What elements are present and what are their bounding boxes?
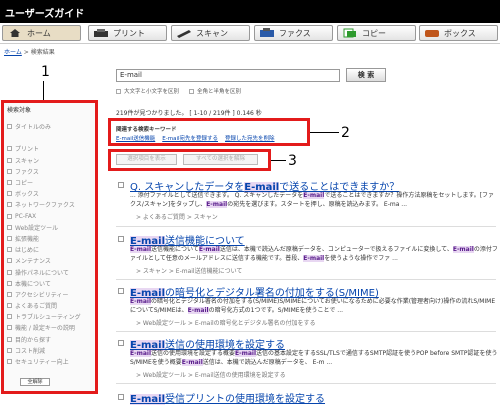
- divider: [116, 383, 496, 384]
- snippet-highlight: E-mail: [206, 201, 228, 208]
- snippet-text: ... 添付ファイルとして送信できます。 Q. スキャンしたデータを: [130, 192, 304, 199]
- callout-1: 1: [41, 64, 50, 80]
- breadcrumb-home-link[interactable]: ホーム: [4, 49, 22, 56]
- snippet-highlight: E-mail: [235, 350, 257, 357]
- nav-fax-label: ファクス: [279, 28, 311, 38]
- nav-scan-button[interactable]: スキャン: [171, 25, 250, 41]
- search-result: E-mail受信プリントの使用環境を設定する: [118, 390, 500, 408]
- checkbox[interactable]: [116, 88, 121, 94]
- search-options: 大文字と小文字を区別 全角と半角を区別: [116, 87, 241, 95]
- search-button[interactable]: 検 索: [346, 68, 386, 82]
- scanner-icon: [175, 28, 193, 38]
- breadcrumb-separator: >: [23, 49, 29, 56]
- search-input[interactable]: E-mail: [116, 69, 340, 82]
- nav-scan-label: スキャン: [196, 28, 228, 38]
- callout-1-frame: [1, 100, 98, 394]
- breadcrumb: ホーム > 検索結果: [4, 47, 55, 56]
- nav-fax-button[interactable]: ファクス: [254, 25, 333, 41]
- result-title-highlight: E-mail: [130, 394, 166, 405]
- breadcrumb-current: 検索結果: [30, 49, 55, 56]
- search-result: E-mail送信機能について E-mail送信機能についてE-mail送信は、本…: [118, 232, 500, 282]
- nav-print-button[interactable]: プリント: [88, 25, 167, 41]
- result-checkbox[interactable]: [118, 182, 124, 188]
- box-icon: [423, 28, 441, 38]
- hit-count: 219件が見つかりました。 [ 1-10 / 219件 ] 0.146 秒: [116, 110, 262, 117]
- callout-2-frame: [108, 118, 310, 146]
- result-checkbox[interactable]: [118, 236, 124, 242]
- nav-home-label: ホーム: [27, 28, 51, 38]
- nav-copy-label: コピー: [362, 28, 386, 38]
- callout-3: 3: [288, 153, 297, 169]
- snippet-text: 送信は、本機で読込んだ原稿データを、 E-m ...: [202, 359, 333, 366]
- nav-box-button[interactable]: ボックス: [419, 25, 498, 41]
- result-snippet: E-mail送信機能についてE-mail送信は、本機で読込んだ原稿データを、コン…: [130, 245, 500, 263]
- case-option-label: 大文字と小文字を区別: [124, 89, 180, 95]
- result-checkbox[interactable]: [118, 394, 124, 400]
- result-snippet: E-mailの暗号化とデジタル署名の付加をする(S/MIME)S/MIMEについ…: [130, 297, 500, 315]
- nav-home-button[interactable]: ホーム: [2, 25, 81, 41]
- result-title-text: 受信プリントの使用環境を設定する: [165, 394, 326, 405]
- result-path: > Web設定ツール > E-mail送信の使用環境を設定する: [136, 372, 286, 379]
- snippet-highlight: E-mail: [181, 359, 203, 366]
- result-path: > スキャン > E-mail送信機能について: [136, 268, 243, 275]
- divider: [116, 226, 496, 227]
- search-result: E-mailの暗号化とデジタル署名の付加をする(S/MIME) E-mailの暗…: [118, 284, 500, 334]
- snippet-highlight: E-mail: [303, 255, 325, 262]
- search-result: Q. スキャンしたデータをE-mailで送ることはできますか？ ... 添付ファ…: [118, 178, 500, 233]
- divider: [116, 331, 496, 332]
- result-snippet: E-mail送信の使用環境を設定する概要E-mail送信の基本設定をするSSL/…: [130, 349, 500, 367]
- checkbox[interactable]: [189, 88, 195, 94]
- callout-3-line: [271, 160, 286, 161]
- printer-icon: [92, 28, 110, 38]
- home-icon: [6, 28, 24, 38]
- snippet-highlight: E-mail: [130, 298, 152, 305]
- result-title-link[interactable]: E-mail受信プリントの使用環境を設定する: [130, 390, 325, 405]
- result-path: > よくあるご質問 > スキャン: [136, 214, 218, 221]
- result-path: > Web設定ツール > E-mailの暗号化とデジタル署名の付加をする: [136, 320, 316, 327]
- snippet-text: の暗号化方式の1つです。S/MIMEを使うことで ...: [208, 307, 344, 314]
- snippet-text: 送信機能について: [151, 246, 199, 253]
- snippet-highlight: E-mail: [130, 350, 152, 357]
- copy-icon: [341, 28, 359, 38]
- app-title: ユーザーズガイド: [5, 9, 85, 20]
- snippet-highlight: E-mail: [187, 307, 209, 314]
- result-checkbox[interactable]: [118, 340, 124, 346]
- snippet-text: 送信の使用環境を設定する概要: [151, 350, 236, 357]
- snippet-text: の宛先を選びます。スタートを押し、原稿を読込みます。 E-ma ...: [227, 201, 408, 208]
- fax-icon: [258, 28, 276, 38]
- nav-box-label: ボックス: [444, 28, 476, 38]
- snippet-highlight: E-mail: [130, 246, 152, 253]
- case-option[interactable]: 大文字と小文字を区別: [116, 87, 179, 95]
- snippet-highlight: E-mail: [452, 246, 474, 253]
- result-snippet: ... 添付ファイルとして送信できます。 Q. スキャンしたデータをE-mail…: [130, 191, 500, 209]
- snippet-highlight: E-mail: [303, 192, 325, 199]
- result-checkbox[interactable]: [118, 288, 124, 294]
- nav-copy-button[interactable]: コピー: [337, 25, 416, 41]
- nav-print-label: プリント: [113, 28, 145, 38]
- app-header: ユーザーズガイド: [0, 0, 500, 23]
- width-option-label: 全角と半角を区別: [197, 89, 242, 95]
- snippet-text: を使うような操作でファ ...: [324, 255, 398, 262]
- main-nav: ホーム プリント スキャン ファクス コピー ボックス: [0, 23, 500, 44]
- divider: [116, 279, 496, 280]
- callout-2: 2: [341, 125, 350, 141]
- callout-2-line: [309, 132, 339, 133]
- search-result: E-mail送信の使用環境を設定する E-mail送信の使用環境を設定する概要E…: [118, 336, 500, 386]
- snippet-text: 送信は、本機で読込んだ原稿データを、コンピューターで扱えるファイルに変換して、: [219, 246, 453, 253]
- callout-3-frame: [108, 149, 271, 171]
- snippet-highlight: E-mail: [198, 246, 220, 253]
- width-option[interactable]: 全角と半角を区別: [189, 87, 241, 95]
